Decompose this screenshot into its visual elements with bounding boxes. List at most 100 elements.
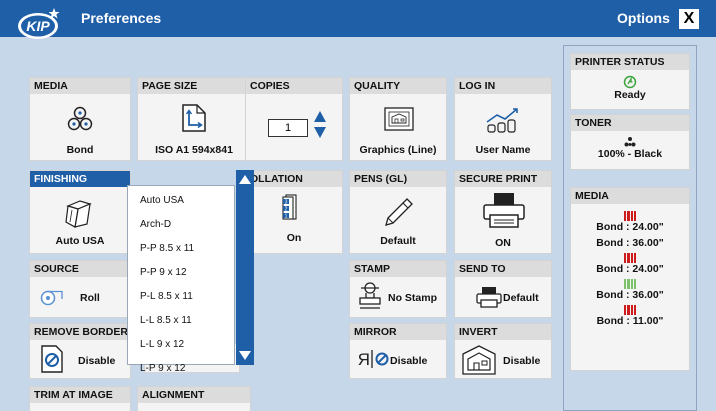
- scroll-up-icon[interactable]: [239, 175, 251, 184]
- scroll-down-icon[interactable]: [239, 351, 251, 360]
- roll-label: Bond : 24.00": [596, 221, 664, 233]
- invert-tile[interactable]: INVERT Disable: [454, 323, 552, 379]
- copies-header: COPIES: [246, 78, 342, 94]
- stamp-header: STAMP: [350, 261, 446, 277]
- roll-label: Bond : 24.00": [596, 263, 664, 275]
- source-value: Roll: [80, 292, 100, 304]
- send-to-tile[interactable]: SEND TO Default: [454, 260, 552, 318]
- roll-label: Bond : 36.00": [596, 289, 664, 301]
- stamp-icon: [359, 282, 381, 309]
- finishing-option[interactable]: L-L 8.5 x 11: [140, 315, 192, 326]
- collation-tile[interactable]: OLLATION 3 2 1 On: [245, 170, 343, 254]
- media-header: MEDIA: [30, 78, 130, 94]
- title-bar: KIP Preferences Options X: [0, 0, 716, 39]
- mirror-header: MIRROR: [350, 324, 446, 340]
- window-title: Preferences: [81, 10, 162, 26]
- finishing-option[interactable]: P-P 9 x 12: [140, 267, 187, 278]
- send-to-printer-icon: [476, 287, 502, 308]
- pen-icon: [385, 198, 413, 226]
- toner-value: 100% - Black: [597, 148, 663, 160]
- roll-label: Bond : 11.00": [596, 315, 664, 327]
- source-tile[interactable]: SOURCE Roll: [29, 260, 131, 318]
- page-size-icon: [182, 104, 206, 132]
- printer-icon: [483, 193, 525, 228]
- status-panel: PRINTER STATUS Ready TONER 100% - Black …: [563, 45, 697, 411]
- remove-borders-header: REMOVE BORDERS: [30, 324, 130, 340]
- pens-header: PENS (GL): [350, 171, 446, 187]
- remove-borders-tile[interactable]: REMOVE BORDERS Disable: [29, 323, 131, 379]
- copies-stepper-icon[interactable]: [313, 110, 327, 140]
- roll-level-indicator: [624, 279, 636, 289]
- secure-print-value: ON: [495, 237, 511, 249]
- options-label[interactable]: Options: [617, 10, 670, 26]
- media-status-box: MEDIA Bond : 24.00" Bond : 36.00" Bond :…: [570, 187, 690, 371]
- printer-status-header: PRINTER STATUS: [571, 54, 689, 70]
- finishing-option[interactable]: P-L 8.5 x 11: [140, 291, 193, 302]
- finishing-option[interactable]: Arch-D: [140, 219, 171, 230]
- quality-tile[interactable]: QUALITY Graphics (Line): [349, 77, 447, 161]
- toner-header: TONER: [571, 115, 689, 131]
- finishing-option[interactable]: P-P 8.5 x 11: [140, 243, 194, 254]
- logo-text: KIP: [26, 18, 50, 34]
- svg-text:R: R: [358, 350, 370, 369]
- log-in-value: User Name: [475, 144, 531, 156]
- page-size-value: ISO A1 594x841: [155, 144, 233, 156]
- quality-graphics-icon: [384, 107, 414, 131]
- printer-status-value: Ready: [614, 89, 646, 101]
- send-to-header: SEND TO: [455, 261, 551, 277]
- media-status-header: MEDIA: [571, 188, 689, 204]
- finishing-tile[interactable]: FINISHING Auto USA: [29, 170, 131, 254]
- invert-house-icon: [462, 345, 496, 375]
- source-header: SOURCE: [30, 261, 130, 277]
- collation-value: On: [286, 232, 302, 244]
- log-in-header: LOG IN: [455, 78, 551, 94]
- secure-print-header: SECURE PRINT: [455, 171, 551, 187]
- mirror-value: Disable: [390, 355, 428, 367]
- secure-print-tile[interactable]: SECURE PRINT ON: [454, 170, 552, 254]
- page-size-tile[interactable]: PAGE SIZE ISO A1 594x841: [137, 77, 251, 161]
- media-tile[interactable]: MEDIA Bond: [29, 77, 131, 161]
- finishing-option[interactable]: L-P 9 x 12: [140, 363, 185, 374]
- ready-power-icon: [623, 75, 637, 89]
- trim-at-image-tile[interactable]: TRIM AT IMAGE: [29, 386, 131, 411]
- quality-value: Graphics (Line): [359, 144, 437, 156]
- mirror-icon: R: [358, 350, 389, 369]
- media-value: Bond: [66, 144, 94, 156]
- finishing-option[interactable]: Auto USA: [140, 195, 184, 206]
- copies-input[interactable]: 1: [268, 119, 308, 137]
- dropdown-scrollbar[interactable]: [236, 170, 254, 365]
- finishing-dropdown-list[interactable]: Auto USA Arch-D P-P 8.5 x 11 P-P 9 x 12 …: [127, 185, 235, 374]
- quality-header: QUALITY: [350, 78, 446, 94]
- svg-text:2: 2: [285, 207, 288, 213]
- trim-at-image-header: TRIM AT IMAGE: [30, 387, 130, 403]
- stamp-value: No Stamp: [388, 292, 438, 304]
- send-to-value: Default: [503, 292, 539, 304]
- alignment-header: ALIGNMENT: [138, 387, 250, 403]
- stamp-tile[interactable]: STAMP No Stamp: [349, 260, 447, 318]
- collation-header: OLLATION: [246, 171, 342, 187]
- toner-dots-icon: [624, 137, 636, 147]
- roll-level-indicator: [624, 305, 636, 315]
- svg-text:1: 1: [285, 214, 288, 220]
- kip-logo: KIP: [18, 8, 60, 39]
- invert-value: Disable: [503, 355, 541, 367]
- finishing-option[interactable]: L-L 9 x 12: [140, 339, 184, 350]
- pens-value: Default: [380, 235, 416, 247]
- media-rolls-icon: [67, 106, 93, 131]
- roll-label: Bond : 36.00": [596, 237, 664, 249]
- log-in-tile[interactable]: LOG IN User Name: [454, 77, 552, 161]
- roll-level-indicator: [624, 211, 636, 221]
- finishing-value: Auto USA: [55, 235, 105, 247]
- alignment-tile[interactable]: ALIGNMENT: [137, 386, 251, 411]
- remove-borders-icon: [41, 345, 63, 373]
- finishing-fold-icon: [65, 200, 92, 228]
- usage-chart-icon: [486, 108, 518, 133]
- invert-header: INVERT: [455, 324, 551, 340]
- svg-text:3: 3: [285, 200, 288, 206]
- copies-tile[interactable]: COPIES 1: [245, 77, 343, 161]
- close-button[interactable]: X: [679, 9, 699, 29]
- paper-roll-icon: [40, 290, 63, 306]
- finishing-header: FINISHING: [30, 171, 130, 187]
- mirror-tile[interactable]: MIRROR R Disable: [349, 323, 447, 379]
- pens-tile[interactable]: PENS (GL) Default: [349, 170, 447, 254]
